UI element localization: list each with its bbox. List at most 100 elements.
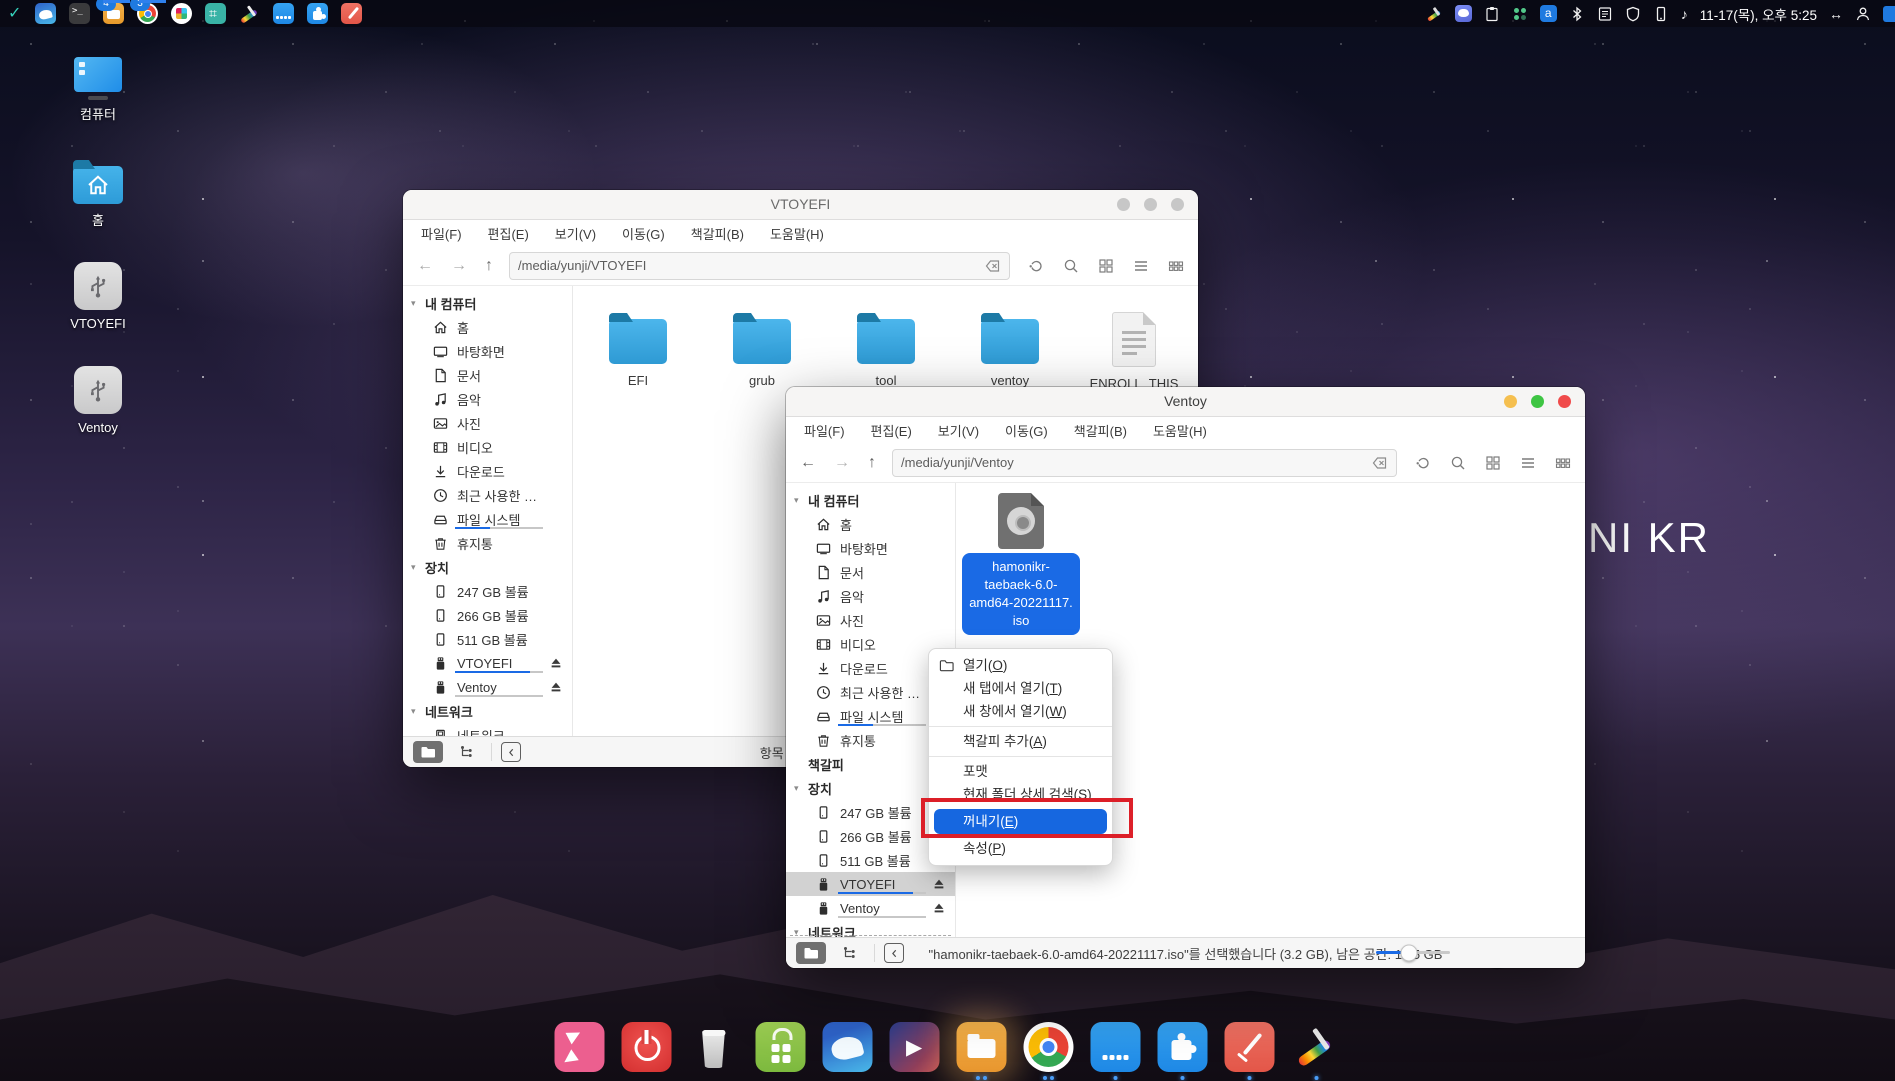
user-icon[interactable] (1855, 6, 1871, 22)
menu-edit[interactable]: 편집(E) (871, 421, 912, 440)
forward-button[interactable] (834, 454, 850, 472)
sidebar-item-documents[interactable]: 문서 (403, 363, 572, 387)
messenger-icon[interactable] (1454, 5, 1472, 22)
compact-view-icon[interactable] (1555, 455, 1571, 471)
dock-file-manager-icon[interactable] (956, 1022, 1006, 1080)
collapse-arrow-icon[interactable] (411, 706, 420, 717)
icon-view-icon[interactable] (1485, 455, 1501, 471)
titlebar[interactable]: Ventoy (786, 387, 1585, 417)
forward-button[interactable] (451, 257, 467, 275)
dock-remote-viewer-icon[interactable] (1090, 1022, 1140, 1080)
sidebar-item-pictures[interactable]: 사진 (403, 411, 572, 435)
sidebar-item-desktop[interactable]: 바탕화면 (786, 536, 955, 560)
bluetooth-icon[interactable] (1569, 6, 1585, 22)
chrome-icon[interactable]: 3 (130, 0, 158, 24)
file-tile-efi[interactable]: EFI (593, 312, 683, 424)
menu-go[interactable]: 이동(G) (1005, 421, 1048, 440)
logo-check-icon[interactable] (8, 4, 22, 24)
music-icon[interactable] (1681, 6, 1688, 22)
places-toggle-button[interactable] (413, 741, 443, 763)
dock-power-icon[interactable] (621, 1022, 671, 1072)
zoom-slider-handle[interactable] (1400, 944, 1418, 961)
desktop-icon-home[interactable]: 홈 (55, 160, 141, 229)
collapse-arrow-icon[interactable] (411, 562, 420, 573)
toggle-location-entry-icon[interactable] (1028, 258, 1044, 274)
desktop-icon-ventoy[interactable]: Ventoy (55, 366, 141, 435)
eject-icon[interactable] (549, 680, 563, 694)
titlebar[interactable]: VTOYEFI (403, 190, 1198, 220)
dock-chrome-icon[interactable] (1023, 1022, 1073, 1080)
minimize-button[interactable] (1504, 395, 1517, 408)
sidebar-item-vtoyefi-selected[interactable]: VTOYEFI (786, 872, 955, 896)
notes-icon[interactable] (341, 3, 362, 24)
collapse-arrow-icon[interactable] (794, 495, 803, 506)
sidebar-item-home[interactable]: 홈 (403, 315, 572, 339)
menu-view[interactable]: 보기(V) (938, 421, 979, 440)
places-toggle-button[interactable] (796, 942, 826, 964)
icon-view-icon[interactable] (1098, 258, 1114, 274)
sidebar-item-music[interactable]: 음악 (786, 584, 955, 608)
sidebar-item-downloads[interactable]: 다운로드 (403, 459, 572, 483)
slack-icon[interactable] (171, 3, 192, 24)
treeview-toggle-button[interactable] (835, 942, 865, 964)
context-item-open-new-window[interactable]: 새 창에서 열기(W) (929, 700, 1112, 723)
network-arrows-icon[interactable] (1829, 6, 1843, 22)
sidebar-item-volume-247[interactable]: 247 GB 볼륨 (403, 579, 572, 603)
maximize-button[interactable] (1531, 395, 1544, 408)
path-bar[interactable]: /media/yunji/VTOYEFI (509, 251, 1010, 280)
menu-bookmarks[interactable]: 책갈피(B) (691, 224, 744, 243)
color-brush-icon[interactable] (1427, 6, 1443, 22)
hide-sidebar-button[interactable] (501, 742, 521, 762)
sidebar-item-trash[interactable]: 휴지통 (403, 531, 572, 555)
phone-icon[interactable] (1653, 6, 1669, 22)
collapse-arrow-icon[interactable] (411, 298, 420, 309)
menu-edit[interactable]: 편집(E) (488, 224, 529, 243)
toggle-location-entry-icon[interactable] (1415, 455, 1431, 471)
sidebar-item-volume-266[interactable]: 266 GB 볼륨 (403, 603, 572, 627)
hide-sidebar-button[interactable] (884, 943, 904, 963)
dock-media-player-icon[interactable] (889, 1022, 939, 1072)
panel-edge-icon[interactable] (1883, 5, 1895, 22)
clock[interactable]: 11-17(목), 오후 5:25 (1700, 4, 1817, 24)
eject-icon[interactable] (932, 901, 946, 915)
sidebar-header-computer[interactable]: 내 컴퓨터 (786, 488, 955, 512)
back-button[interactable] (800, 454, 816, 472)
clear-path-icon[interactable] (985, 258, 1001, 274)
list-view-icon[interactable] (1133, 258, 1149, 274)
search-icon[interactable] (1063, 258, 1079, 274)
close-button[interactable] (1171, 198, 1184, 211)
dock-color-tuner-icon[interactable] (1291, 1022, 1341, 1080)
menu-file[interactable]: 파일(F) (421, 224, 462, 243)
sidebar-item-videos[interactable]: 비디오 (403, 435, 572, 459)
whale-browser-icon[interactable] (35, 3, 56, 24)
context-item-add-bookmark[interactable]: 책갈피 추가(A) (929, 730, 1112, 753)
menu-file[interactable]: 파일(F) (804, 421, 845, 440)
status-dots-icon[interactable] (1512, 6, 1528, 22)
desktop-icon-vtoyefi[interactable]: VTOYEFI (55, 262, 141, 331)
file-tile-iso-selected[interactable]: hamonikr- taebaek-6.0- amd64-20221117. i… (962, 493, 1080, 635)
sidebar-item-home[interactable]: 홈 (786, 512, 955, 536)
sidebar-item-vtoyefi[interactable]: VTOYEFI (403, 651, 572, 675)
close-button[interactable] (1558, 395, 1571, 408)
dock-notes-icon[interactable] (1224, 1022, 1274, 1080)
sidebar-item-documents[interactable]: 문서 (786, 560, 955, 584)
menu-help[interactable]: 도움말(H) (1153, 421, 1207, 440)
context-item-eject-highlighted[interactable]: 꺼내기(E) (934, 809, 1107, 834)
menu-help[interactable]: 도움말(H) (770, 224, 824, 243)
sidebar-item-desktop[interactable]: 바탕화면 (403, 339, 572, 363)
input-method-icon[interactable] (1539, 5, 1557, 22)
up-button[interactable] (868, 454, 876, 472)
context-item-format[interactable]: 포맷 (929, 760, 1112, 783)
dock-hamonikr-icon[interactable] (554, 1022, 604, 1072)
desktop-icon-computer[interactable]: 컴퓨터 (55, 57, 141, 123)
sidebar-item-pictures[interactable]: 사진 (786, 608, 955, 632)
sidebar-item-ventoy[interactable]: Ventoy (786, 896, 955, 920)
minimize-button[interactable] (1117, 198, 1130, 211)
sidebar-item-music[interactable]: 음악 (403, 387, 572, 411)
extensions-icon[interactable] (307, 3, 328, 24)
sidebar-item-filesystem[interactable]: 파일 시스템 (403, 507, 572, 531)
remote-viewer-icon[interactable] (273, 3, 294, 24)
sidebar-item-ventoy[interactable]: Ventoy (403, 675, 572, 699)
menu-go[interactable]: 이동(G) (622, 224, 665, 243)
context-item-properties[interactable]: 속성(P) (929, 837, 1112, 860)
